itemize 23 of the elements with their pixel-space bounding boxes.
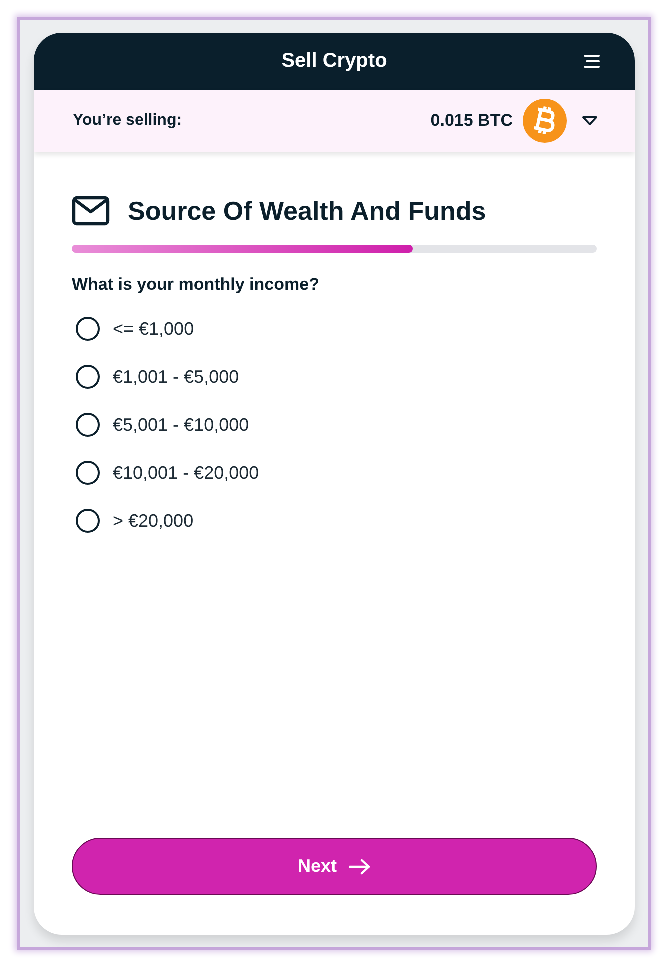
section-title: Source Of Wealth And Funds (128, 195, 486, 227)
radio-button[interactable] (76, 461, 100, 485)
question-text: What is your monthly income? (72, 275, 320, 295)
option-label[interactable]: <= €1,000 (113, 318, 194, 340)
radio-button[interactable] (76, 413, 100, 437)
coin-icon (523, 99, 567, 143)
currency-dropdown-button[interactable] (582, 116, 598, 126)
caret-icon (582, 116, 598, 126)
menu-icon (584, 55, 600, 68)
arrow-icon (349, 858, 371, 874)
envelope-icon (72, 196, 110, 226)
selling-amount: 0.015 BTC (430, 111, 513, 131)
radio-button[interactable] (76, 365, 100, 389)
option-label[interactable]: €10,001 - €20,000 (113, 462, 260, 484)
radio-button[interactable] (76, 317, 100, 341)
selling-label: You’re selling: (73, 112, 182, 130)
next-button[interactable]: Next (72, 838, 597, 895)
option-label[interactable]: > €20,000 (113, 510, 194, 532)
option-label[interactable]: €5,001 - €10,000 (113, 414, 250, 436)
option-label[interactable]: €1,001 - €5,000 (113, 366, 240, 388)
window-title: Sell Crypto (282, 50, 388, 73)
menu-button[interactable] (584, 55, 600, 68)
radio-button[interactable] (76, 509, 100, 533)
